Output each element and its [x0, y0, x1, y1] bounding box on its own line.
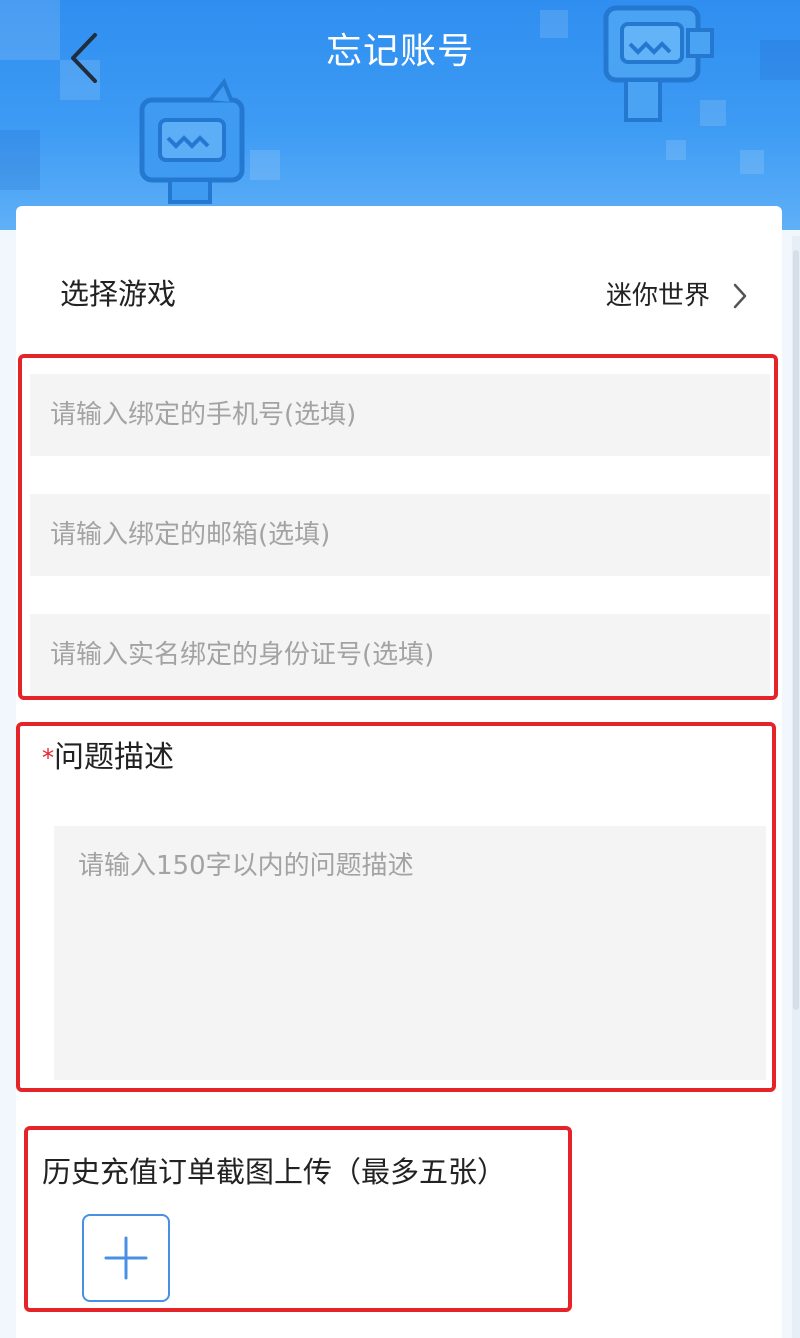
plus-icon	[104, 1236, 148, 1280]
header-banner: 忘记账号	[0, 0, 800, 230]
id-number-input[interactable]: 请输入实名绑定的身份证号(选填)	[30, 614, 770, 696]
decor-pixel	[740, 150, 764, 174]
game-select-row[interactable]: 选择游戏 迷你世界	[16, 240, 782, 350]
required-mark: *	[42, 744, 54, 772]
game-select-value: 迷你世界	[605, 281, 710, 311]
decor-pixel	[0, 130, 40, 190]
scrollbar-thumb[interactable]	[793, 250, 799, 1010]
description-label-text: 问题描述	[54, 740, 174, 775]
page-title: 忘记账号	[325, 31, 474, 72]
upload-label: 历史充值订单截图上传（最多五张）	[42, 1155, 507, 1189]
phone-input[interactable]: 请输入绑定的手机号(选填)	[30, 374, 770, 456]
mascot-icon	[139, 78, 245, 204]
description-label: *问题描述	[42, 738, 174, 778]
game-select-label: 选择游戏	[60, 277, 177, 311]
chevron-right-icon	[733, 283, 747, 309]
decor-pixel	[666, 140, 686, 160]
description-textarea[interactable]: 请输入150字以内的问题描述	[54, 826, 766, 1080]
add-image-button[interactable]	[82, 1214, 170, 1302]
email-input[interactable]: 请输入绑定的邮箱(选填)	[30, 494, 770, 576]
